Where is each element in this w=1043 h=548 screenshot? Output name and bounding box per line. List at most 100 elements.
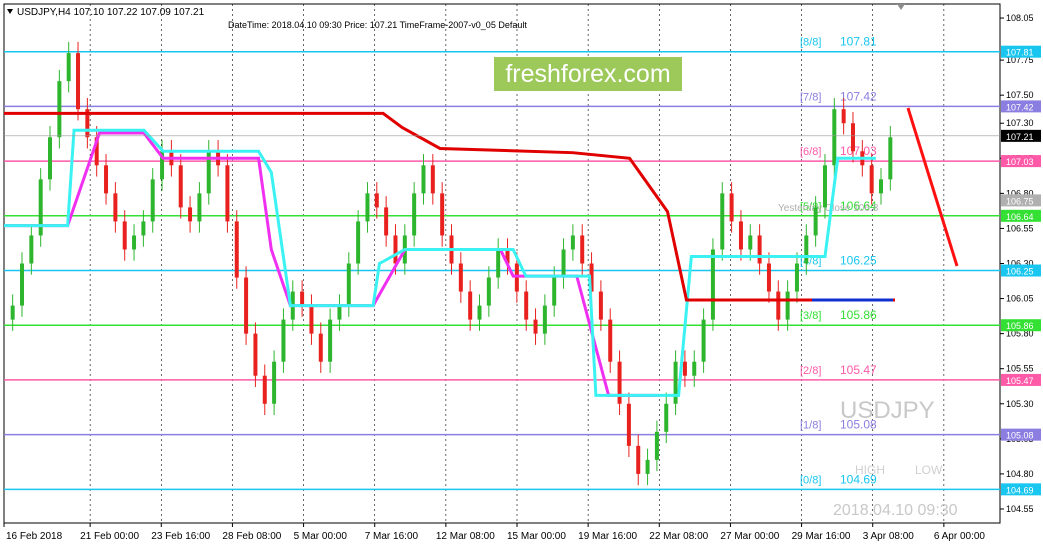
- price-tag-label: 106.75: [1006, 196, 1034, 206]
- candle-body: [197, 193, 202, 222]
- candle-body: [309, 305, 314, 334]
- candle-body: [804, 235, 809, 264]
- y-tick-label: 106.55: [1006, 223, 1034, 233]
- brand-watermark: freshforex.com: [505, 60, 670, 88]
- candle-body: [692, 361, 697, 376]
- price-chart[interactable]: [8/8] 107.81[7/8] 107.42[6/8] 107.03[5/8] 10…: [0, 0, 1043, 548]
- candle-body: [122, 221, 127, 250]
- candle-body: [20, 263, 25, 306]
- candle-body: [318, 333, 323, 362]
- candle-body: [29, 235, 34, 264]
- candle-body: [48, 137, 53, 180]
- x-tick-label: 3 Apr 08:00: [863, 531, 915, 542]
- candle-body: [234, 221, 239, 278]
- candle-body: [869, 165, 874, 194]
- candle-body: [645, 459, 650, 474]
- candle-body: [570, 235, 575, 250]
- candle-body: [626, 403, 631, 446]
- candle-body: [150, 179, 155, 222]
- murrey-level-price: 107.42: [840, 89, 877, 103]
- candle-body: [178, 165, 183, 208]
- murrey-level-name: [2/8]: [800, 365, 821, 377]
- murrey-level-name: [7/8]: [800, 91, 821, 103]
- candle-body: [262, 375, 267, 404]
- candle-body: [468, 291, 473, 320]
- candle-body: [822, 165, 827, 208]
- candle-body: [654, 431, 659, 460]
- candle-body: [57, 81, 62, 138]
- candle-body: [440, 193, 445, 236]
- candle-body: [841, 109, 846, 124]
- candle-body: [141, 221, 146, 236]
- murrey-level-name: [8/8]: [800, 37, 821, 49]
- candle-body: [832, 109, 837, 166]
- symbol-watermark: USDJPY: [840, 397, 935, 424]
- price-tag-label: 106.64: [1006, 212, 1034, 222]
- candle-body: [813, 207, 818, 236]
- x-tick-label: 21 Feb 00:00: [80, 531, 139, 542]
- candle-body: [878, 179, 883, 194]
- candle-body: [104, 165, 109, 194]
- candle-body: [748, 235, 753, 250]
- low-watermark: LOW: [915, 463, 943, 477]
- y-tick-label: 105.30: [1006, 399, 1034, 409]
- candle-body: [888, 137, 893, 180]
- candle-body: [244, 277, 249, 334]
- x-tick-label: 16 Feb 2018: [6, 531, 63, 542]
- candle-body: [542, 305, 547, 334]
- x-tick-label: 22 Mar 08:00: [649, 531, 708, 542]
- candle-body: [766, 263, 771, 292]
- candle-body: [300, 291, 305, 306]
- candle-body: [598, 291, 603, 320]
- x-tick-label: 27 Mar 00:00: [720, 531, 779, 542]
- x-tick-label: 6 Apr 00:00: [934, 531, 986, 542]
- yesterday-close-label: Yesterday Close 106.8: [778, 203, 879, 214]
- candle-body: [729, 193, 734, 222]
- x-tick-label: 12 Mar 08:00: [436, 531, 495, 542]
- indicator-info: DateTime: 2018.04.10 09:30 Price: 107.21…: [228, 20, 527, 30]
- candle-body: [113, 193, 118, 222]
- y-tick-label: 106.05: [1006, 294, 1034, 304]
- candle-body: [328, 319, 333, 362]
- price-tag-label: 105.86: [1006, 321, 1034, 331]
- murrey-level-name: [1/8]: [800, 420, 821, 432]
- y-tick-label: 104.80: [1006, 469, 1034, 479]
- candle-body: [393, 235, 398, 264]
- murrey-level-price: 106.25: [840, 254, 877, 268]
- murrey-level-price: 105.47: [840, 363, 877, 377]
- candle-body: [720, 193, 725, 250]
- candle-body: [682, 361, 687, 376]
- candle-body: [384, 207, 389, 236]
- candle-body: [552, 277, 557, 306]
- candle-body: [580, 235, 585, 264]
- candle-body: [132, 235, 137, 250]
- candle-body: [794, 263, 799, 292]
- candle-body: [346, 263, 351, 306]
- candle-body: [608, 319, 613, 362]
- candle-body: [486, 277, 491, 306]
- datetime-watermark: 2018.04.10 09:30: [833, 502, 958, 519]
- candle-body: [850, 123, 855, 152]
- candle-body: [710, 249, 715, 320]
- candle-body: [477, 305, 482, 320]
- candle-body: [281, 319, 286, 362]
- x-tick-label: 7 Mar 16:00: [365, 531, 419, 542]
- candle-body: [10, 305, 15, 320]
- candle-body: [561, 249, 566, 278]
- candle-body: [701, 319, 706, 362]
- y-tick-label: 107.50: [1006, 90, 1034, 100]
- candle-body: [636, 445, 641, 474]
- high-watermark: HIGH: [855, 463, 885, 477]
- murrey-level-name: [3/8]: [800, 310, 821, 322]
- candle-body: [776, 291, 781, 320]
- candle-body: [757, 235, 762, 264]
- murrey-level-name: [0/8]: [800, 474, 821, 486]
- x-tick-label: 19 Mar 16:00: [578, 531, 637, 542]
- candle-body: [188, 207, 193, 222]
- candle-body: [253, 333, 258, 376]
- y-tick-label: 108.05: [1006, 13, 1034, 23]
- y-tick-label: 105.55: [1006, 364, 1034, 374]
- price-tag-label: 105.08: [1006, 431, 1034, 441]
- price-tag-label: 107.81: [1006, 48, 1034, 58]
- candle-body: [533, 319, 538, 334]
